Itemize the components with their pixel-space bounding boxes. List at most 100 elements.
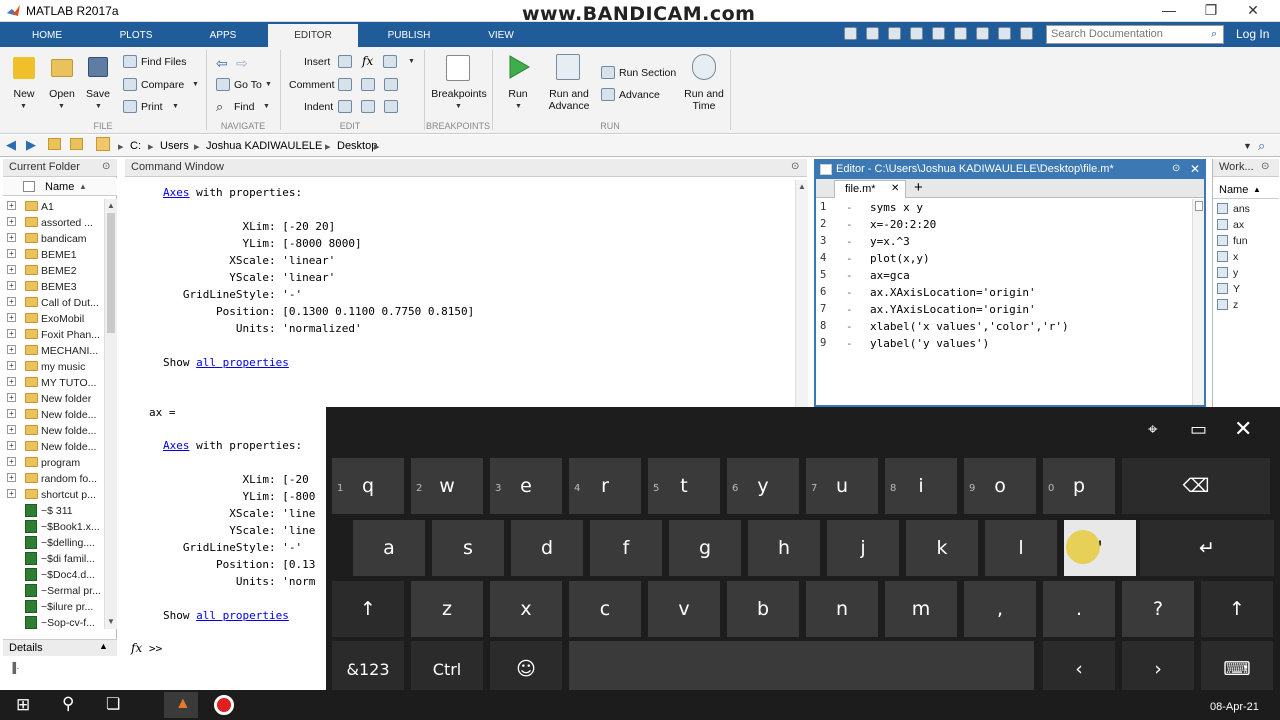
expand-icon[interactable]: + <box>7 265 16 274</box>
folder-list-item[interactable]: + bandicam <box>3 231 105 247</box>
expand-icon[interactable]: + <box>7 473 16 482</box>
new-dropdown-icon[interactable]: ▼ <box>20 103 27 110</box>
folder-list-item[interactable]: ~$Doc4.d... <box>3 567 105 583</box>
address-bar[interactable]: ◀ ▶ ▸ C: ▸ Users ▸ Joshua KADIWAULELE ▸ … <box>0 135 1280 157</box>
wrap-comment-icon[interactable] <box>384 78 398 91</box>
copy-quick-icon[interactable] <box>910 27 923 40</box>
folder-list-item[interactable]: + MECHANI... <box>3 343 105 359</box>
folder-list-item[interactable]: + Call of Dut... <box>3 295 105 311</box>
sort-ascending-icon[interactable]: ▲ <box>79 182 87 191</box>
tab-home[interactable]: HOME <box>8 26 86 47</box>
code-line[interactable]: x=-20:2:20 <box>870 218 936 231</box>
key-ctrl[interactable]: Ctrl <box>411 641 483 697</box>
workspace-header[interactable]: Name ▲ <box>1213 181 1279 199</box>
folder-list-item[interactable]: + program <box>3 455 105 471</box>
key-shift-left[interactable]: ↑ <box>332 581 404 637</box>
key-n[interactable]: n <box>806 581 878 637</box>
code-line[interactable]: ax=gca <box>870 269 910 282</box>
paste-quick-icon[interactable] <box>932 27 945 40</box>
code-line[interactable]: plot(x,y) <box>870 252 930 265</box>
code-line[interactable]: y=x.^3 <box>870 235 910 248</box>
key-q[interactable]: 1q <box>332 458 404 514</box>
cut-quick-icon[interactable] <box>888 27 901 40</box>
key-m[interactable]: m <box>885 581 957 637</box>
workspace-menu-icon[interactable]: ⊙ <box>1261 161 1269 172</box>
insert-icon[interactable] <box>338 55 352 68</box>
folder-list-item[interactable]: + A1 <box>3 199 105 215</box>
open-folder-icon[interactable] <box>51 59 73 77</box>
search-taskbar-icon[interactable]: ⚲ <box>62 694 74 714</box>
comment-button[interactable]: Comment <box>289 79 335 91</box>
quick-access-icon[interactable] <box>844 27 857 40</box>
workspace-variable[interactable]: Y <box>1213 281 1279 297</box>
decrease-indent-icon[interactable] <box>384 100 398 113</box>
compare-icon[interactable] <box>123 78 137 91</box>
folder-list-item[interactable]: ~$ 311 <box>3 503 105 519</box>
folder-list-item[interactable]: + assorted ... <box>3 215 105 231</box>
workspace-variable[interactable]: fun <box>1213 233 1279 249</box>
folder-list-item[interactable]: + BEME2 <box>3 263 105 279</box>
expand-icon[interactable]: + <box>7 297 16 306</box>
folder-list-item[interactable]: + BEME3 <box>3 279 105 295</box>
keyboard-close-icon[interactable]: ✕ <box>1234 416 1252 442</box>
browse-folder-icon[interactable] <box>70 138 83 150</box>
undo-quick-icon[interactable] <box>954 27 967 40</box>
advance-button[interactable]: Advance <box>619 89 660 101</box>
expand-icon[interactable]: + <box>7 377 16 386</box>
find-magnifier-icon[interactable]: ⌕ <box>216 99 223 115</box>
key-j[interactable]: j <box>827 520 899 576</box>
key-l[interactable]: l <box>985 520 1057 576</box>
folder-list-item[interactable]: ~$di famil... <box>3 551 105 567</box>
code-line[interactable]: ax.YAxisLocation='origin' <box>870 303 1036 316</box>
back-arrow-icon[interactable]: ⇦ <box>216 55 228 72</box>
key-f[interactable]: f <box>590 520 662 576</box>
key-d[interactable]: d <box>511 520 583 576</box>
expand-icon[interactable]: + <box>7 361 16 370</box>
keyboard-layout-icon[interactable]: ▭ <box>1190 419 1207 440</box>
axes-link[interactable]: Axes <box>163 439 190 452</box>
folder-list-item[interactable]: + BEME1 <box>3 247 105 263</box>
close-button[interactable]: ✕ <box>1238 2 1268 19</box>
smart-indent-icon[interactable] <box>338 100 352 113</box>
workspace-variable[interactable]: y <box>1213 265 1279 281</box>
run-advance-button[interactable]: Run and Advance <box>546 88 592 112</box>
forward-arrow-icon[interactable]: ⇨ <box>236 55 248 72</box>
key-shift-right[interactable]: ↑ <box>1201 581 1273 637</box>
key-t[interactable]: 5t <box>648 458 720 514</box>
folder-list-item[interactable]: + New folde... <box>3 439 105 455</box>
insert-dropdown-icon[interactable]: ▼ <box>408 58 415 65</box>
folder-list-item[interactable]: + Foxit Phan... <box>3 327 105 343</box>
workspace-variable[interactable]: x <box>1213 249 1279 265</box>
key-comma[interactable]: , <box>964 581 1036 637</box>
increase-indent-icon[interactable] <box>361 100 375 113</box>
editor-scrollbar[interactable] <box>1192 199 1204 405</box>
minimize-button[interactable]: — <box>1154 2 1184 18</box>
scroll-thumb[interactable] <box>1195 201 1203 211</box>
key-left-arrow[interactable]: ‹ <box>1043 641 1115 697</box>
folder-list-item[interactable]: + my music <box>3 359 105 375</box>
printer-icon[interactable] <box>123 100 137 113</box>
new-file-icon[interactable] <box>13 57 35 79</box>
key-z[interactable]: z <box>411 581 483 637</box>
expand-icon[interactable]: + <box>7 425 16 434</box>
new-tab-icon[interactable]: + <box>914 179 923 196</box>
goto-button[interactable]: Go To <box>234 79 262 91</box>
expand-icon[interactable]: + <box>7 281 16 290</box>
tab-plots[interactable]: PLOTS <box>96 26 176 47</box>
save-disk-icon[interactable] <box>88 57 108 77</box>
expand-icon[interactable]: + <box>7 201 16 210</box>
key-enter[interactable]: ↵ <box>1140 520 1274 576</box>
key-u[interactable]: 7u <box>806 458 878 514</box>
windows-start-icon[interactable]: ⊞ <box>16 695 30 715</box>
key-c[interactable]: c <box>569 581 641 637</box>
folder-list-item[interactable]: + New folde... <box>3 423 105 439</box>
key-k[interactable]: k <box>906 520 978 576</box>
save-dropdown-icon[interactable]: ▼ <box>95 103 102 110</box>
help-quick-icon[interactable] <box>1020 27 1033 40</box>
tab-apps[interactable]: APPS <box>184 26 262 47</box>
key-g[interactable]: g <box>669 520 741 576</box>
key-a[interactable]: a <box>353 520 425 576</box>
folder-list-item[interactable]: + ExoMobil <box>3 311 105 327</box>
find-dropdown-icon[interactable]: ▼ <box>263 103 270 110</box>
expand-icon[interactable]: + <box>7 393 16 402</box>
